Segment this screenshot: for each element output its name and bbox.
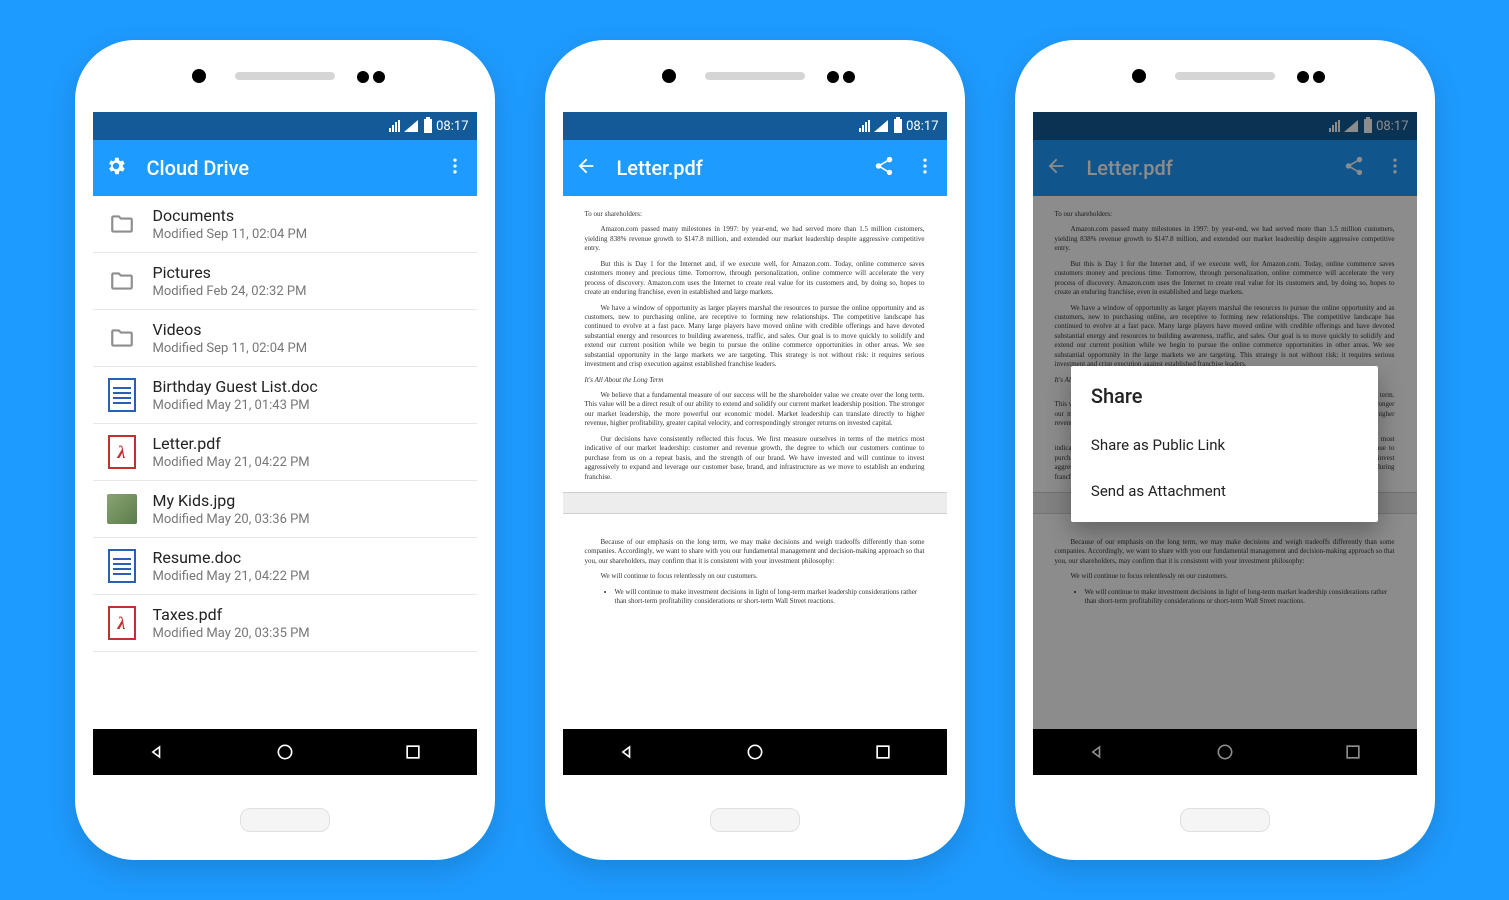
file-name: Pictures: [153, 263, 307, 282]
status-bar: 08:17: [563, 112, 947, 140]
dialog-title: Share: [1091, 384, 1358, 408]
file-name: My Kids.jpg: [153, 491, 310, 510]
file-row[interactable]: My Kids.jpg Modified May 20, 03:36 PM: [93, 481, 477, 538]
phone-camera-right: [1295, 68, 1327, 87]
phone-home-button: [240, 808, 330, 832]
phone-speaker: [235, 72, 335, 80]
file-list: Documents Modified Sep 11, 02:04 PM Pictur…: [93, 196, 477, 652]
overflow-menu-icon[interactable]: [915, 156, 935, 181]
status-time: 08:17: [906, 119, 938, 134]
cell-signal-icon: [859, 120, 870, 132]
image-thumbnail: [107, 494, 137, 524]
phone-speaker: [705, 72, 805, 80]
nav-back-icon[interactable]: [147, 742, 167, 762]
file-row[interactable]: λ Taxes.pdf Modified May 20, 03:35 PM: [93, 595, 477, 652]
wifi-icon: [874, 120, 888, 132]
file-name: Birthday Guest List.doc: [153, 377, 318, 396]
phone-speaker: [1175, 72, 1275, 80]
share-public-link-option[interactable]: Share as Public Link: [1091, 422, 1358, 468]
nav-recent-icon[interactable]: [403, 742, 423, 762]
file-name: Resume.doc: [153, 548, 310, 567]
phone-home-button: [1180, 808, 1270, 832]
phone-camera-right: [825, 68, 857, 87]
phone-mockup-viewer: 08:17 Letter.pdf To our shareholders:Ama…: [545, 40, 965, 860]
doc-icon: [107, 380, 137, 410]
phone-home-button: [710, 808, 800, 832]
android-nav-bar: [93, 729, 477, 775]
back-icon[interactable]: [575, 155, 597, 182]
phone-mockup-list: 08:17 Cloud Drive Documents Modified Sep …: [75, 40, 495, 860]
pdf-page-1: To our shareholders:Amazon.com passed ma…: [563, 196, 947, 492]
pdf-icon: λ: [107, 437, 137, 467]
file-modified: Modified May 20, 03:36 PM: [153, 512, 310, 527]
settings-icon[interactable]: [105, 155, 127, 182]
file-row[interactable]: Birthday Guest List.doc Modified May 21, …: [93, 367, 477, 424]
file-modified: Modified May 21, 04:22 PM: [153, 455, 310, 470]
folder-icon: [107, 266, 137, 296]
phone-camera-right: [355, 68, 387, 87]
file-row[interactable]: Pictures Modified Feb 24, 02:32 PM: [93, 253, 477, 310]
file-row[interactable]: Resume.doc Modified May 21, 04:22 PM: [93, 538, 477, 595]
doc-icon: [107, 551, 137, 581]
status-time: 08:17: [436, 119, 468, 134]
file-modified: Modified Sep 11, 02:04 PM: [153, 341, 308, 356]
wifi-icon: [404, 120, 418, 132]
nav-home-icon[interactable]: [745, 742, 765, 762]
battery-icon: [894, 119, 902, 133]
overflow-menu-icon[interactable]: [445, 156, 465, 181]
file-name: Videos: [153, 320, 308, 339]
nav-home-icon[interactable]: [275, 742, 295, 762]
android-nav-bar: [563, 729, 947, 775]
modal-scrim[interactable]: Share Share as Public Link Send as Attac…: [1033, 112, 1417, 775]
phone-camera-left: [190, 68, 208, 87]
status-bar: 08:17: [93, 112, 477, 140]
send-as-attachment-option[interactable]: Send as Attachment: [1091, 468, 1358, 514]
file-row[interactable]: Videos Modified Sep 11, 02:04 PM: [93, 310, 477, 367]
folder-icon: [107, 323, 137, 353]
app-bar: Cloud Drive: [93, 140, 477, 196]
file-row[interactable]: Documents Modified Sep 11, 02:04 PM: [93, 196, 477, 253]
file-name: Documents: [153, 206, 308, 225]
file-modified: Modified May 20, 03:35 PM: [153, 626, 310, 641]
nav-recent-icon[interactable]: [873, 742, 893, 762]
cell-signal-icon: [389, 120, 400, 132]
pdf-icon: λ: [107, 608, 137, 638]
file-name: Taxes.pdf: [153, 605, 310, 624]
phone-mockup-share-dialog: 08:17 Letter.pdf To our shareholders:Ama…: [1015, 40, 1435, 860]
nav-back-icon[interactable]: [617, 742, 637, 762]
file-name: Letter.pdf: [153, 434, 310, 453]
file-modified: Modified May 21, 04:22 PM: [153, 569, 310, 584]
file-row[interactable]: λ Letter.pdf Modified May 21, 04:22 PM: [93, 424, 477, 481]
phone-camera-left: [1130, 68, 1148, 87]
file-modified: Modified May 21, 01:43 PM: [153, 398, 318, 413]
pdf-viewer[interactable]: To our shareholders:Amazon.com passed ma…: [563, 196, 947, 729]
share-icon[interactable]: [873, 155, 895, 182]
app-title: Letter.pdf: [617, 156, 853, 180]
app-bar: Letter.pdf: [563, 140, 947, 196]
share-dialog: Share Share as Public Link Send as Attac…: [1071, 366, 1378, 522]
battery-icon: [424, 119, 432, 133]
phone-camera-left: [660, 68, 678, 87]
pdf-page-2: Because of our emphasis on the long term…: [563, 514, 947, 611]
file-modified: Modified Feb 24, 02:32 PM: [153, 284, 307, 299]
page-separator: [563, 492, 947, 514]
app-title: Cloud Drive: [147, 156, 425, 180]
file-modified: Modified Sep 11, 02:04 PM: [153, 227, 308, 242]
folder-icon: [107, 209, 137, 239]
